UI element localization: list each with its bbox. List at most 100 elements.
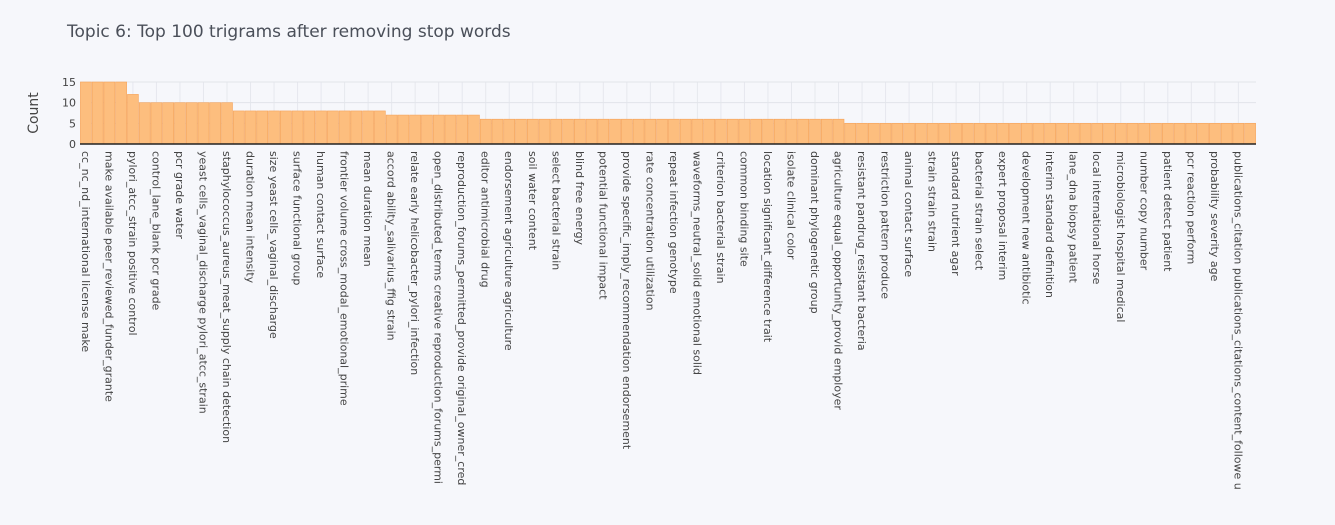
bar[interactable] [797,118,810,145]
bar[interactable] [115,81,127,145]
bar[interactable] [1126,123,1139,145]
bar[interactable] [244,110,257,145]
bar[interactable] [209,102,222,145]
bar[interactable] [80,81,92,145]
bar[interactable] [1079,123,1092,145]
bar[interactable] [362,110,374,145]
bar[interactable] [691,118,704,145]
bar[interactable] [1138,123,1151,145]
bar[interactable] [997,123,1009,145]
bar[interactable] [491,118,504,145]
bar[interactable] [985,123,998,145]
bar[interactable] [468,114,480,145]
bar[interactable] [915,123,927,145]
bar[interactable] [1091,123,1104,145]
bar[interactable] [773,118,786,145]
bar[interactable] [338,110,351,145]
bar[interactable] [562,118,574,145]
bar[interactable] [938,123,951,145]
bar[interactable] [280,110,292,145]
bar[interactable] [1197,123,1209,145]
bar[interactable] [656,118,668,145]
bar[interactable] [303,110,316,145]
bar[interactable] [503,118,516,145]
bar[interactable] [1044,123,1056,145]
bar[interactable] [1020,123,1033,145]
bar[interactable] [385,114,398,145]
bar[interactable] [679,118,692,145]
bar[interactable] [162,102,174,145]
bar[interactable] [1103,123,1115,145]
bar[interactable] [444,114,457,145]
bar[interactable] [668,118,680,145]
bar[interactable] [644,118,657,145]
bar[interactable] [1173,123,1186,145]
bar[interactable] [1209,123,1221,145]
bar[interactable] [632,118,645,145]
bar[interactable] [232,110,245,145]
bar[interactable] [1232,123,1245,145]
bar[interactable] [150,102,163,145]
bar[interactable] [574,118,586,145]
bar[interactable] [515,118,527,145]
bar[interactable] [268,110,280,145]
bar[interactable] [820,118,833,145]
bar[interactable] [103,81,116,145]
bar[interactable] [585,118,598,145]
bar[interactable] [197,102,210,145]
bar[interactable] [374,110,386,145]
bar[interactable] [185,102,198,145]
bar[interactable] [715,118,727,145]
bar[interactable] [950,123,962,145]
bar[interactable] [421,114,433,145]
bar[interactable] [1220,123,1233,145]
bar[interactable] [91,81,104,145]
bar[interactable] [526,118,539,145]
bar[interactable] [1185,123,1198,145]
bar[interactable] [1114,123,1127,145]
bar[interactable] [879,123,892,145]
bar[interactable] [350,110,363,145]
bar[interactable] [127,94,139,145]
bar[interactable] [962,123,974,145]
bar[interactable] [621,118,633,145]
bar[interactable] [1009,123,1021,145]
bar[interactable] [456,114,468,145]
bar[interactable] [221,102,233,145]
bar[interactable] [1056,123,1068,145]
bar[interactable] [726,118,739,145]
bar[interactable] [1067,123,1080,145]
bar[interactable] [138,102,151,145]
bar[interactable] [832,118,845,145]
bar[interactable] [256,110,269,145]
bar[interactable] [550,118,563,145]
bar[interactable] [409,114,421,145]
bar[interactable] [703,118,715,145]
bar[interactable] [597,118,610,145]
bar[interactable] [538,118,551,145]
bar[interactable] [762,118,774,145]
bar[interactable] [1244,123,1256,145]
bar[interactable] [785,118,798,145]
bar[interactable] [1162,123,1174,145]
bar[interactable] [903,123,915,145]
bar[interactable] [397,114,410,145]
bar[interactable] [1032,123,1045,145]
bar[interactable] [327,110,339,145]
bar[interactable] [891,123,904,145]
bar[interactable] [926,123,939,145]
bar[interactable] [609,118,621,145]
bar[interactable] [738,118,751,145]
bar[interactable] [291,110,304,145]
bar[interactable] [856,123,868,145]
bar[interactable] [1150,123,1162,145]
bar[interactable] [315,110,327,145]
bar[interactable] [973,123,986,145]
bar[interactable] [750,118,762,145]
bar[interactable] [868,123,880,145]
bar[interactable] [174,102,186,145]
bar[interactable] [432,114,445,145]
bar[interactable] [844,123,857,145]
bar[interactable] [809,118,821,145]
bar[interactable] [479,118,492,145]
